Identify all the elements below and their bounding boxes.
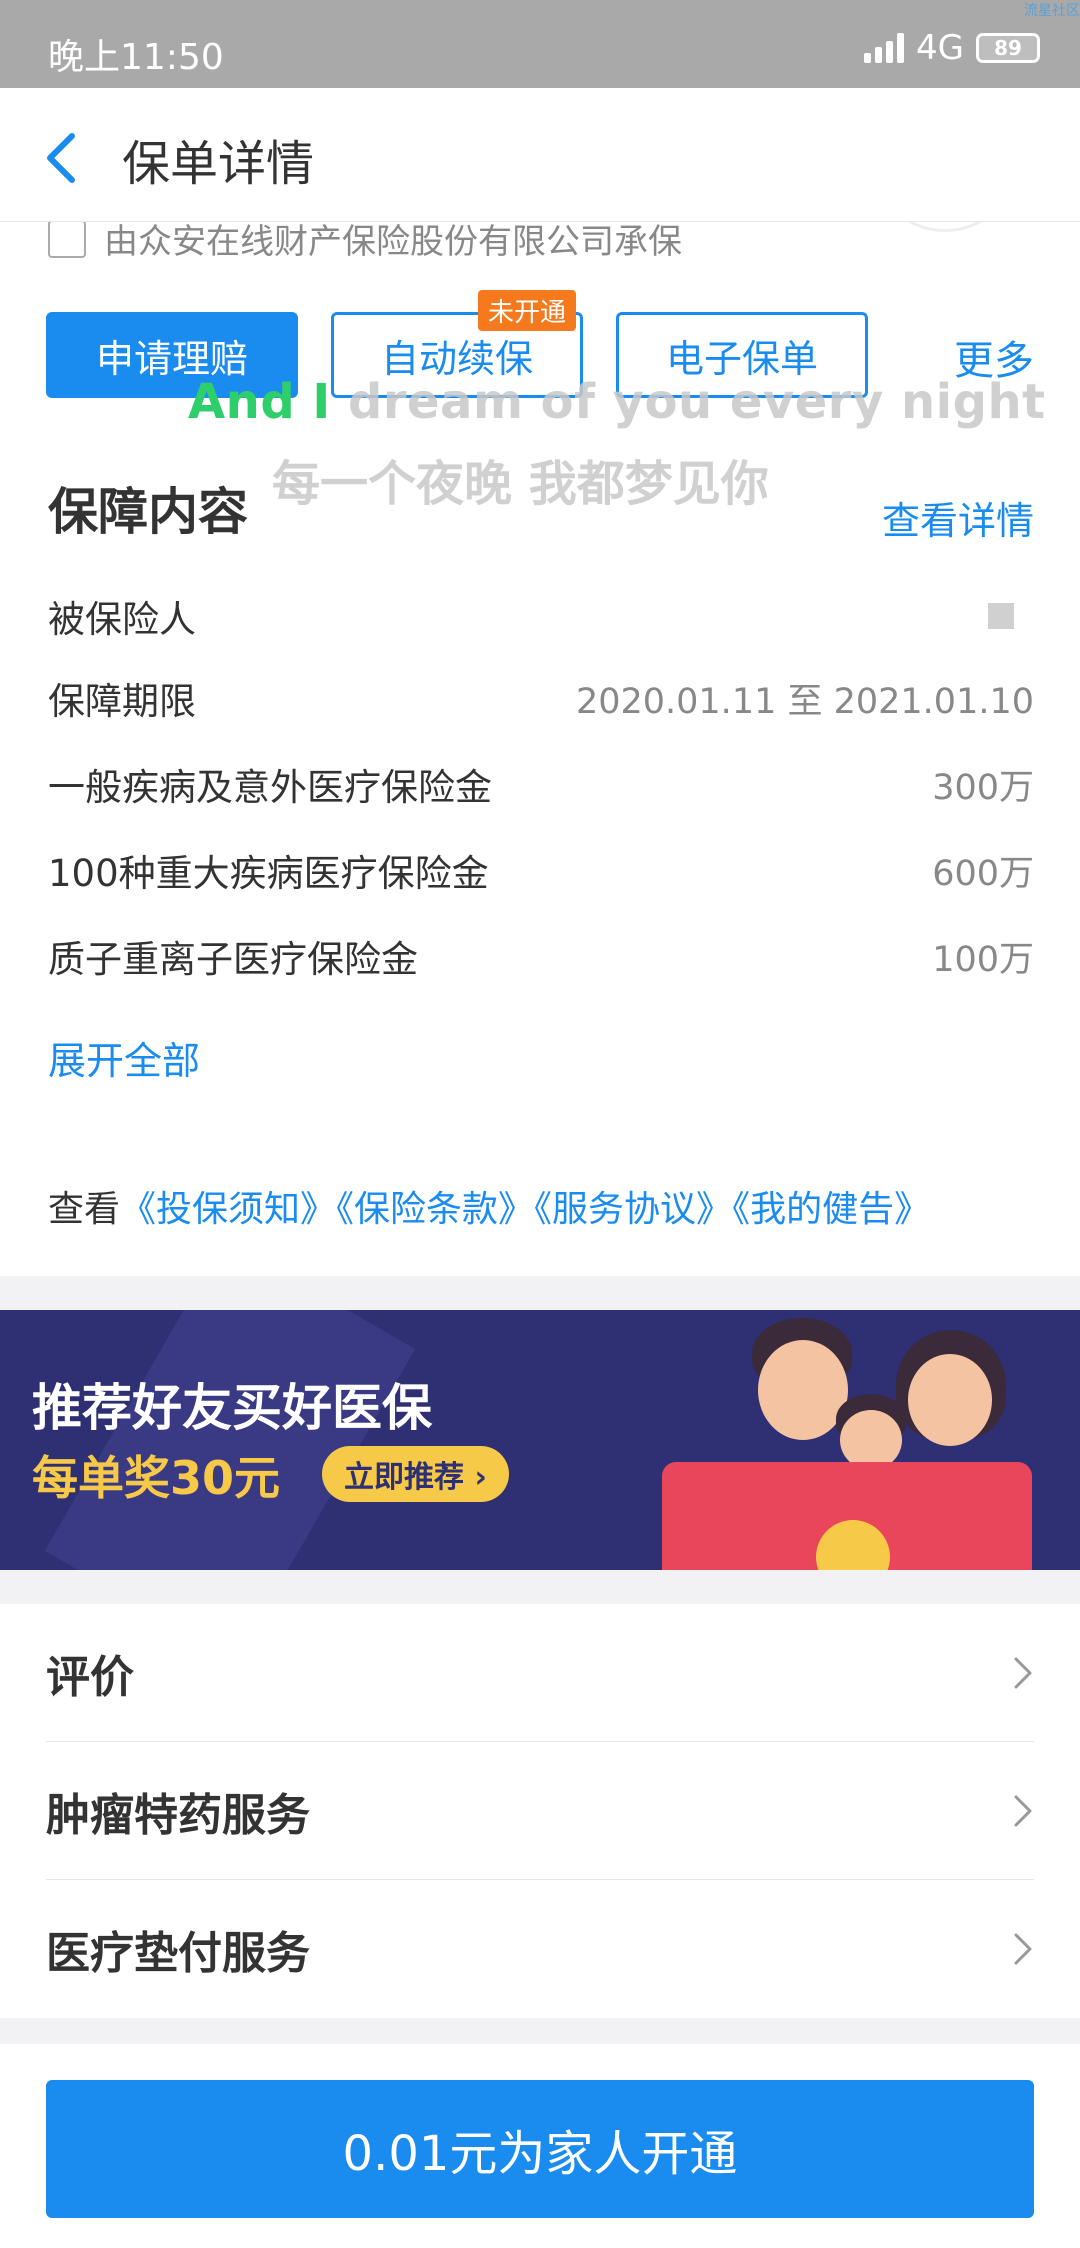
subtitle-highlight: And I — [188, 374, 331, 430]
banner-reward: 每单奖30元 — [32, 1451, 281, 1505]
row-value: 600万 — [932, 853, 1034, 894]
coverage-row: 质子重离子医疗保险金 100万 — [48, 926, 1034, 986]
network-type: 4G — [916, 28, 964, 68]
row-label: 100种重大疾病医疗保险金 — [48, 852, 489, 895]
policy-card: 由众安在线财产保险股份有限公司承保 申请理赔 自动续保 未开通 电子保单 更多 … — [0, 222, 1080, 1276]
list-item-label: 医疗垫付服务 — [46, 1928, 310, 1979]
doc-link-terms[interactable]: 《保险条款》 — [336, 1189, 534, 1230]
dad-face-icon — [758, 1340, 848, 1440]
coverage-title: 保障内容 — [48, 483, 248, 541]
chevron-right-icon — [1014, 1657, 1032, 1688]
row-label: 一般疾病及意外医疗保险金 — [48, 766, 492, 809]
family-activate-button[interactable]: 0.01元为家人开通 — [46, 2080, 1034, 2218]
insurer-line: 由众安在线财产保险股份有限公司承保 — [48, 222, 682, 263]
service-list: 评价 肿瘤特药服务 医疗垫付服务 — [0, 1604, 1080, 2018]
row-value: 2020.01.11 至 2021.01.10 — [575, 681, 1034, 722]
chevron-right-icon — [1014, 1933, 1032, 1965]
row-value: 100万 — [932, 939, 1034, 980]
list-item-medical-advance[interactable]: 医疗垫付服务 — [46, 1880, 1034, 2018]
doc-link-agreement[interactable]: 《服务协议》 — [534, 1189, 732, 1230]
subtitle-overlay-zh: 每一个夜晚 我都梦见你 — [272, 456, 769, 512]
list-item-review[interactable]: 评价 — [46, 1604, 1034, 1742]
badge-circle — [870, 222, 1020, 232]
status-bar: 晚上11:50 4G 89 流星社区 — [0, 0, 1080, 88]
battery-icon: 89 — [976, 33, 1040, 63]
banner-recommend-button[interactable]: 立即推荐 › — [322, 1446, 509, 1502]
renew-status-badge: 未开通 — [478, 290, 577, 331]
doc-link-health[interactable]: 《我的健告》 — [732, 1189, 930, 1230]
subtitle-overlay-en: And I dream of you every night — [188, 374, 1046, 430]
insured-avatar-placeholder — [988, 603, 1014, 629]
banner-headline: 推荐好友买好医保 — [32, 1379, 432, 1437]
coverage-row: 100种重大疾病医疗保险金 600万 — [48, 840, 1034, 900]
corner-watermark: 流星社区 — [1024, 3, 1080, 19]
row-value: 300万 — [932, 767, 1034, 808]
doc-links: 查看《投保须知》《保险条款》《服务协议》《我的健告》 — [48, 1180, 930, 1232]
subtitle-rest: dream of you every night — [330, 374, 1046, 430]
battery-level: 89 — [994, 36, 1022, 60]
insurer-text: 由众安在线财产保险股份有限公司承保 — [104, 222, 682, 262]
coverage-row: 一般疾病及意外医疗保险金 300万 — [48, 754, 1034, 814]
list-item-label: 评价 — [46, 1651, 134, 1703]
row-label: 保障期限 — [48, 680, 196, 723]
coverage-row: 被保险人 — [48, 586, 1034, 646]
status-right: 4G 89 — [864, 28, 1040, 68]
view-detail-link[interactable]: 查看详情 — [882, 490, 1034, 545]
child-face-icon — [840, 1410, 902, 1470]
app-header: 保单详情 — [0, 88, 1080, 222]
insurer-logo-icon — [48, 222, 86, 258]
mom-face-icon — [908, 1354, 992, 1446]
row-label: 质子重离子医疗保险金 — [48, 938, 418, 981]
back-arrow-icon[interactable] — [40, 128, 84, 188]
list-item-label: 肿瘤特药服务 — [46, 1789, 310, 1841]
coverage-row: 保障期限 2020.01.11 至 2021.01.10 — [48, 668, 1034, 728]
signal-icon — [864, 33, 905, 63]
chevron-right-icon — [1014, 1795, 1032, 1826]
referral-banner[interactable]: 推荐好友买好医保 每单奖30元 立即推荐 › — [0, 1310, 1080, 1570]
doc-link-notice[interactable]: 《投保须知》 — [120, 1189, 336, 1230]
bottom-bar: 0.01元为家人开通 — [0, 2044, 1080, 2248]
expand-all-link[interactable]: 展开全部 — [48, 1030, 200, 1085]
row-label: 被保险人 — [48, 598, 196, 641]
page-title: 保单详情 — [122, 136, 315, 192]
list-item-cancer-drug[interactable]: 肿瘤特药服务 — [46, 1742, 1034, 1880]
doc-links-prefix: 查看 — [48, 1189, 121, 1230]
banner-stripe — [44, 1310, 416, 1570]
status-time: 晚上11:50 — [48, 37, 224, 78]
